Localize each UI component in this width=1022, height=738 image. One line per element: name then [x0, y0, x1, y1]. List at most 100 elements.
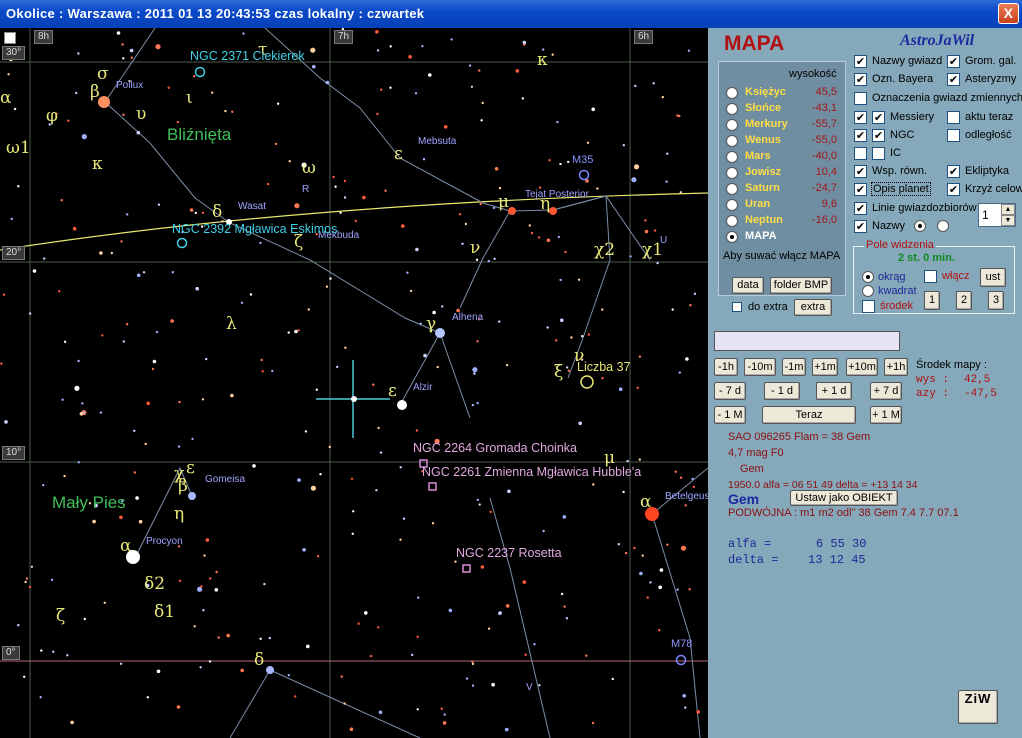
ngc-checkbox[interactable]: ✔ [854, 129, 867, 142]
ngc-sub-checkbox[interactable]: ✔ [872, 129, 885, 142]
background-star [230, 393, 234, 398]
equatorial-checkbox[interactable]: ✔ [854, 165, 867, 178]
ecliptic-checkbox[interactable]: ✔ [947, 165, 960, 178]
object-search-input[interactable] [714, 331, 900, 351]
data-button[interactable]: data [732, 277, 764, 294]
time-step-button[interactable]: -1h [714, 358, 738, 376]
asterisms-checkbox[interactable]: ✔ [947, 73, 960, 86]
clusters-checkbox[interactable]: ✔ [947, 55, 960, 68]
map-toggle-checkbox[interactable] [4, 32, 16, 44]
time-step-button[interactable]: +10m [846, 358, 878, 376]
background-star [260, 358, 263, 362]
spinner-up[interactable]: ▲ [1001, 204, 1015, 215]
background-star [77, 359, 80, 363]
distance-checkbox[interactable] [947, 129, 960, 142]
circle-radio[interactable] [862, 271, 874, 283]
background-star [493, 257, 496, 260]
time-step-button[interactable]: +1m [812, 358, 838, 376]
extra-button[interactable]: extra [794, 299, 832, 316]
obj-info-line3: Gem [740, 463, 764, 475]
fov-enable-checkbox[interactable] [924, 270, 937, 283]
close-button[interactable]: X [998, 3, 1019, 24]
background-star [208, 660, 212, 663]
planet-desc-checkbox[interactable]: ✔ [854, 183, 867, 196]
messier-checkbox[interactable]: ✔ [854, 111, 867, 124]
dso-liczba37[interactable] [580, 375, 594, 389]
background-star [263, 582, 266, 586]
names-checkbox[interactable]: ✔ [854, 55, 867, 68]
bayer-label: β [178, 476, 188, 496]
background-star [81, 134, 87, 140]
labels-radio-2[interactable] [937, 220, 949, 232]
labels-checkbox[interactable]: ✔ [854, 220, 867, 233]
time-step-button[interactable]: + 1 M [870, 406, 902, 424]
time-step-button[interactable]: Teraz [762, 406, 856, 424]
background-star [50, 578, 54, 581]
background-star [343, 702, 346, 705]
lines-checkbox[interactable]: ✔ [854, 202, 867, 215]
planet-radio[interactable] [726, 183, 738, 195]
fov-1-button[interactable]: 1 [924, 291, 940, 310]
fov-2-button[interactable]: 2 [956, 291, 972, 310]
variables-checkbox[interactable] [854, 92, 867, 105]
bayer-label: λ [226, 314, 237, 334]
fov-3-button[interactable]: 3 [988, 291, 1004, 310]
ziw-button[interactable]: ZiW [958, 690, 998, 724]
planet-radio[interactable] [726, 199, 738, 211]
labels-radio-1[interactable] [914, 220, 926, 232]
star-alhena[interactable] [435, 328, 445, 338]
names-label: Nazwy gwiazd [872, 55, 943, 67]
planet-radio[interactable] [726, 151, 738, 163]
sky-map[interactable]: 8h 7h 6h 30° 20° 10° 0° Bliźnięta Mały P… [0, 28, 708, 738]
spinner-value: 1 [982, 208, 989, 222]
dso-ngc2237[interactable] [462, 564, 471, 573]
bayer-checkbox[interactable]: ✔ [854, 73, 867, 86]
bayer-label: υ [136, 104, 147, 124]
center-checkbox[interactable] [862, 300, 875, 313]
time-step-button[interactable]: +1h [884, 358, 908, 376]
folder-bmp-button[interactable]: folder BMP [770, 277, 832, 294]
background-star [24, 580, 27, 584]
spinner-down[interactable]: ▼ [1001, 215, 1015, 226]
dso-ngc2371[interactable] [194, 66, 206, 78]
background-star [362, 195, 366, 200]
messier-sub-checkbox[interactable]: ✔ [872, 111, 885, 124]
planet-radio[interactable] [726, 103, 738, 115]
ic-sub-checkbox[interactable] [872, 147, 885, 160]
do-extra-checkbox[interactable] [732, 302, 742, 312]
star-name: Betelgeuse [665, 491, 708, 502]
time-step-button[interactable]: - 1 d [764, 382, 800, 400]
crosshair-checkbox[interactable]: ✔ [947, 183, 960, 196]
planet-radio[interactable] [726, 215, 738, 227]
star-target[interactable] [351, 396, 357, 402]
ic-checkbox[interactable] [854, 147, 867, 160]
dso-ngc2261[interactable] [428, 482, 437, 491]
line-width-spinner[interactable]: 1 ▲ ▼ [978, 203, 1016, 227]
planet-radio[interactable] [726, 119, 738, 131]
fov-set-button[interactable]: ust [980, 268, 1006, 287]
background-star [661, 95, 664, 99]
planet-radio[interactable] [726, 231, 738, 243]
constellation-label: Mały Pies [52, 493, 126, 512]
background-star [28, 585, 32, 589]
time-step-button[interactable]: -10m [744, 358, 776, 376]
planet-radio[interactable] [726, 167, 738, 179]
time-step-button[interactable]: -1m [782, 358, 806, 376]
square-radio[interactable] [862, 285, 874, 297]
time-step-button[interactable]: + 1 d [816, 382, 852, 400]
set-object-button[interactable]: Ustaw jako OBIEKT [790, 490, 898, 506]
planet-radio[interactable] [726, 87, 738, 99]
dso-ngc2392[interactable] [176, 237, 188, 249]
update-now-checkbox[interactable] [947, 111, 960, 124]
dso-m78[interactable] [675, 654, 687, 666]
background-star [443, 125, 448, 129]
time-step-button[interactable]: - 7 d [714, 382, 746, 400]
star-alzir[interactable] [397, 400, 407, 410]
background-star [416, 635, 419, 638]
background-star [633, 164, 640, 170]
background-star [135, 496, 139, 500]
time-step-button[interactable]: - 1 M [714, 406, 746, 424]
planet-radio[interactable] [726, 135, 738, 147]
time-step-button[interactable]: + 7 d [870, 382, 902, 400]
dso-m35[interactable] [578, 169, 590, 181]
